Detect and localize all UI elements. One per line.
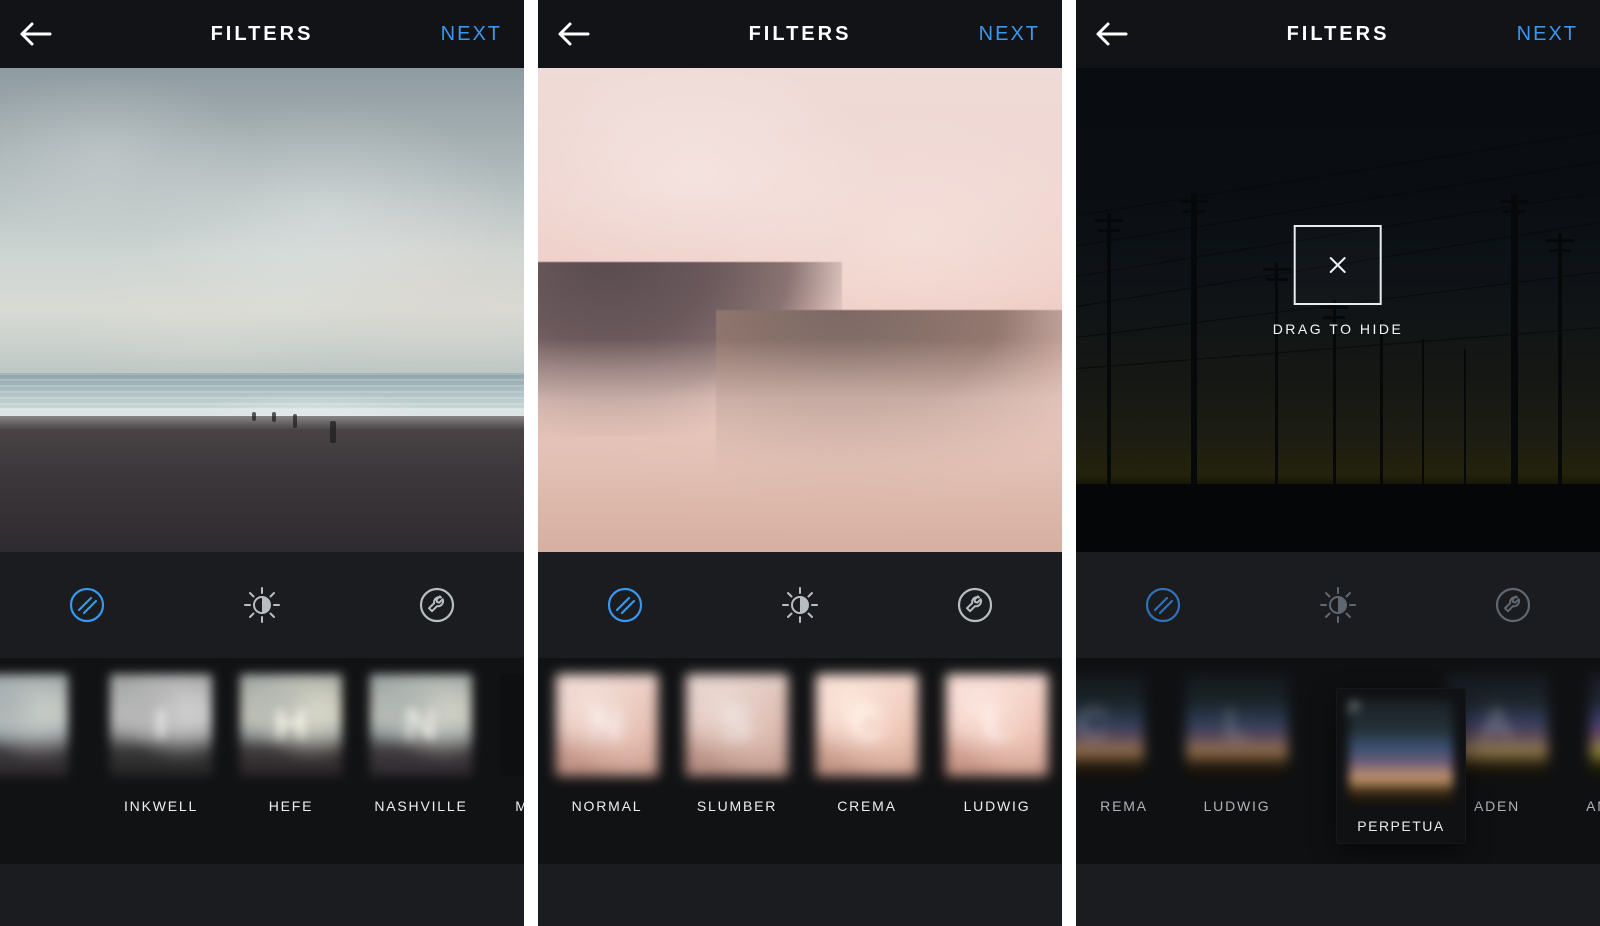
tools-tab-icon[interactable] xyxy=(413,581,461,629)
close-icon xyxy=(1327,254,1349,276)
filter-chip-ludwig[interactable]: L LUDWIG xyxy=(932,658,1062,864)
filter-chip-ludwig[interactable]: L LUDWIG xyxy=(1172,658,1302,864)
filter-chip-perpetua-dragging[interactable]: P PERPETUA xyxy=(1336,688,1466,844)
arrow-left-icon xyxy=(18,20,52,48)
back-button[interactable] xyxy=(556,0,590,68)
filter-strip[interactable]: N NORMAL S SLUMBER C CREMA L LUDWIG xyxy=(538,658,1062,864)
drag-to-hide-label: DRAG TO HIDE xyxy=(1273,321,1404,337)
filter-label: INKWELL xyxy=(96,798,226,814)
header: FILTERS NEXT xyxy=(538,0,1062,68)
next-button[interactable]: NEXT xyxy=(1517,0,1578,68)
header-title: FILTERS xyxy=(211,23,314,46)
filter-label: NORMAL xyxy=(542,798,672,814)
back-button[interactable] xyxy=(1094,0,1128,68)
filter-strip[interactable]: I INKWELL H HEFE N NASHVILLE xyxy=(0,658,524,864)
header: FILTERS NEXT xyxy=(0,0,524,68)
filter-label: PERPETUA xyxy=(1348,818,1454,834)
arrow-left-icon xyxy=(556,20,590,48)
tools-tab-icon[interactable] xyxy=(951,581,999,629)
filter-chip-nashville[interactable]: N NASHVILLE xyxy=(356,658,486,864)
next-button[interactable]: NEXT xyxy=(441,0,502,68)
header: FILTERS NEXT xyxy=(1076,0,1600,68)
filter-label: LUDWIG xyxy=(1172,798,1302,814)
arrow-left-icon xyxy=(1094,20,1128,48)
filter-chip-inkwell[interactable]: I INKWELL xyxy=(96,658,226,864)
filter-letter: N xyxy=(370,674,472,776)
filter-label: REMA xyxy=(1076,798,1172,814)
filter-label: LUDWIG xyxy=(932,798,1062,814)
screen-2: FILTERS NEXT xyxy=(538,0,1062,926)
header-title: FILTERS xyxy=(1287,23,1390,46)
photo-preview[interactable]: DRAG TO HIDE xyxy=(1076,68,1600,552)
drag-to-hide-target[interactable]: DRAG TO HIDE xyxy=(1273,225,1404,337)
filter-label: CREMA xyxy=(802,798,932,814)
filter-chip-manage[interactable]: MANAGE xyxy=(486,658,524,864)
edit-toolbar xyxy=(0,552,524,658)
filter-letter: S xyxy=(686,674,788,776)
filter-letter: I xyxy=(110,674,212,776)
filter-letter: P xyxy=(1349,700,1453,718)
filter-letter: N xyxy=(556,674,658,776)
back-button[interactable] xyxy=(18,0,52,68)
lux-tab-icon[interactable] xyxy=(1314,581,1362,629)
screen-1: FILTERS NEXT xyxy=(0,0,524,926)
filter-chip-slumber[interactable]: S SLUMBER xyxy=(672,658,802,864)
filter-chip-amaro-partial[interactable]: A AMAR xyxy=(1562,658,1600,864)
filter-label: SLUMBER xyxy=(672,798,802,814)
filters-tab-icon[interactable] xyxy=(1139,581,1187,629)
filter-letter: L xyxy=(1186,674,1288,776)
filter-letter: C xyxy=(1076,674,1144,776)
edit-toolbar xyxy=(1076,552,1600,658)
drag-to-hide-box xyxy=(1294,225,1382,305)
filter-letter: H xyxy=(240,674,342,776)
edit-toolbar xyxy=(538,552,1062,658)
filter-chip-partial[interactable] xyxy=(0,658,96,864)
gear-icon xyxy=(523,697,524,753)
filter-chip-normal[interactable]: N NORMAL xyxy=(542,658,672,864)
filter-chip-hefe[interactable]: H HEFE xyxy=(226,658,356,864)
filter-label: HEFE xyxy=(226,798,356,814)
filter-letter: C xyxy=(816,674,918,776)
photo-preview[interactable] xyxy=(538,68,1062,552)
filters-tab-icon[interactable] xyxy=(63,581,111,629)
filter-label: MANAGE xyxy=(486,798,524,814)
next-button[interactable]: NEXT xyxy=(979,0,1040,68)
filter-letter: L xyxy=(946,674,1048,776)
filter-label: AMAR xyxy=(1562,798,1600,814)
filter-letter: A xyxy=(1590,674,1600,776)
photo-preview[interactable] xyxy=(0,68,524,552)
filters-tab-icon[interactable] xyxy=(601,581,649,629)
filter-strip[interactable]: C REMA L LUDWIG A ADEN A AMAR xyxy=(1076,658,1600,864)
filter-label: NASHVILLE xyxy=(356,798,486,814)
screen-3: FILTERS NEXT xyxy=(1076,0,1600,926)
header-title: FILTERS xyxy=(749,23,852,46)
filter-chip-crema[interactable]: C CREMA xyxy=(802,658,932,864)
filter-chip-crema-partial[interactable]: C REMA xyxy=(1076,658,1172,864)
lux-tab-icon[interactable] xyxy=(776,581,824,629)
lux-tab-icon[interactable] xyxy=(238,581,286,629)
tools-tab-icon[interactable] xyxy=(1489,581,1537,629)
